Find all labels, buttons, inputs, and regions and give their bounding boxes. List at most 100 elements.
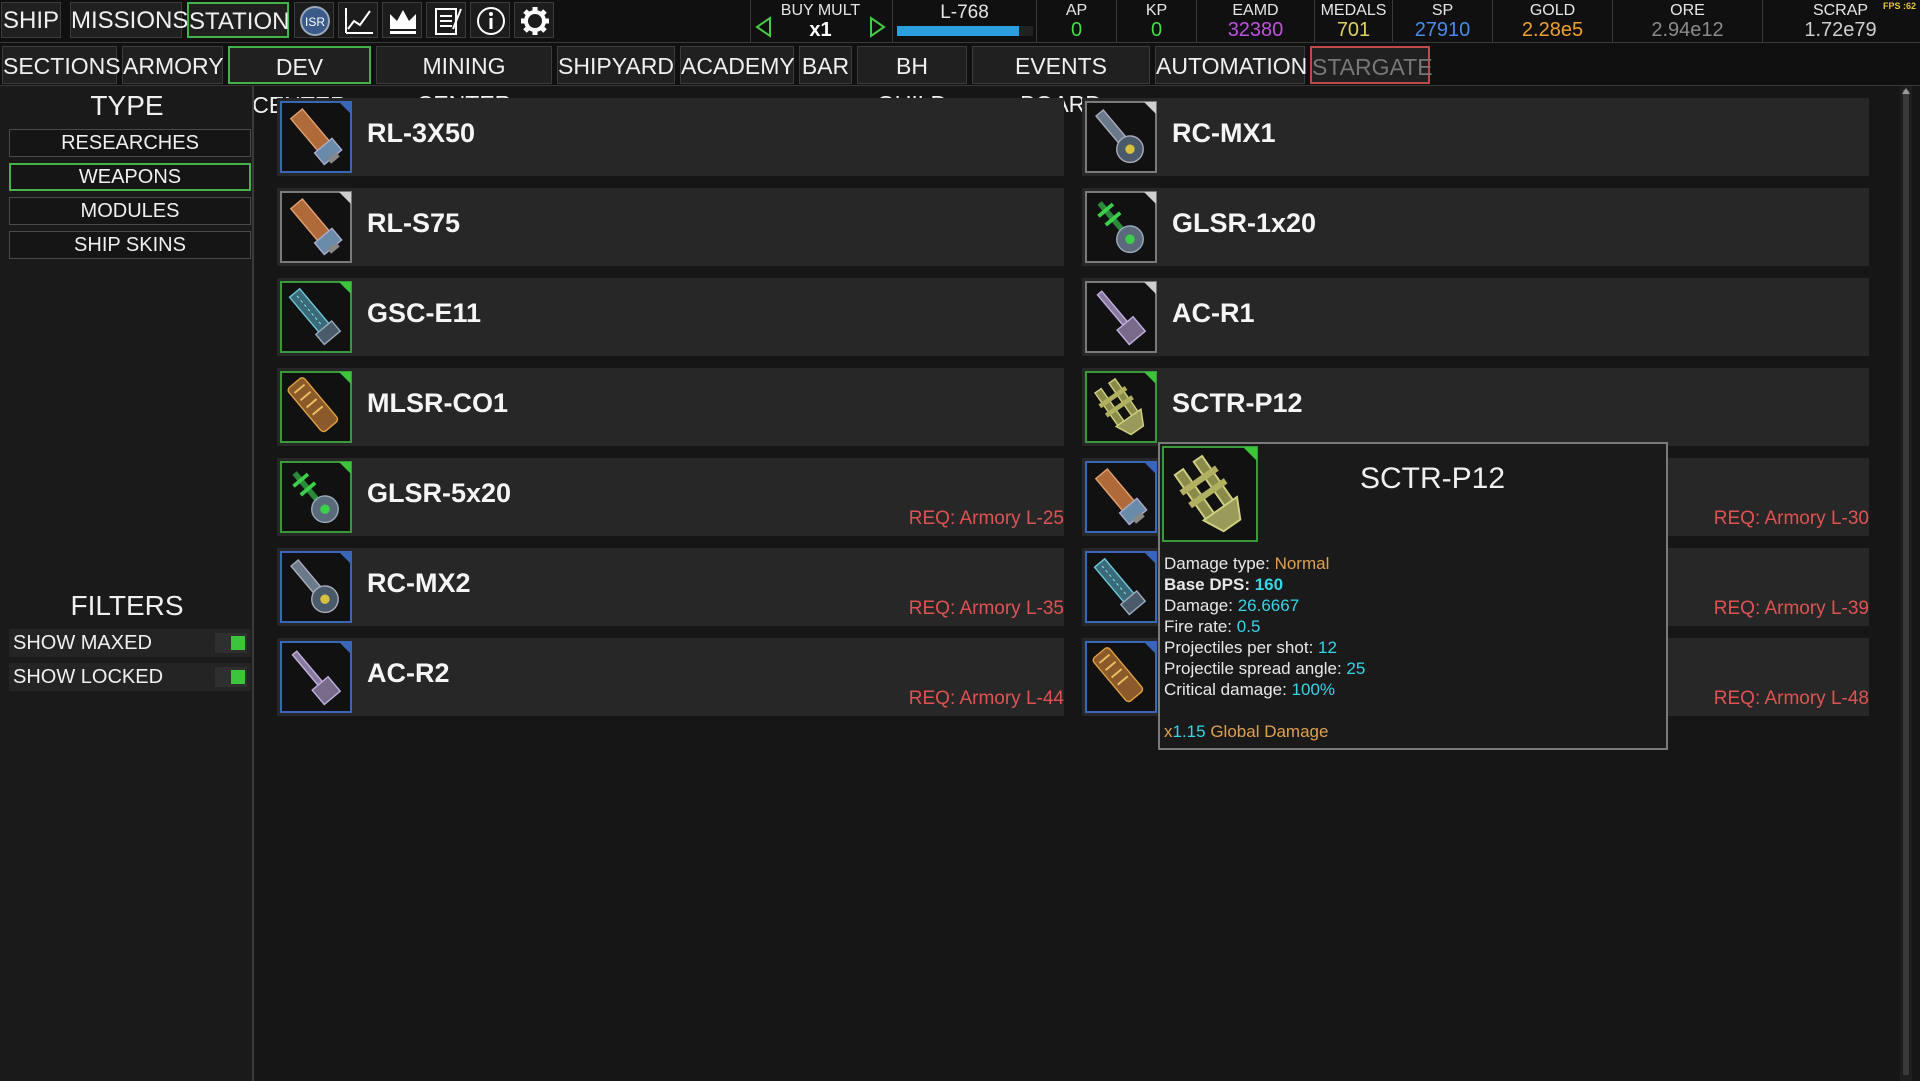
tab-ship[interactable]: SHIP: [1, 2, 61, 38]
bonus-prefix: x: [1164, 722, 1173, 741]
crown-icon: [390, 10, 416, 34]
stat-label: KP: [1145, 2, 1168, 19]
fps-counter: FPS :62: [1882, 1, 1916, 11]
notepad-icon: [435, 8, 462, 35]
scrollbar-thumb[interactable]: [1903, 90, 1909, 1075]
weapon-card[interactable]: GLSR-5x20 REQ: Armory L-25: [277, 458, 1064, 536]
tooltip-title: SCTR-P12: [1360, 462, 1506, 495]
section-tab-shipyard[interactable]: SHIPYARD: [557, 46, 675, 84]
weapon-icon-box: [1085, 191, 1157, 263]
section-tab-academy[interactable]: ACADEMY: [680, 46, 795, 84]
type-modules[interactable]: MODULES: [9, 197, 251, 225]
section-tab-dev-center[interactable]: DEV CENTER: [228, 46, 371, 118]
gear-icon: [521, 7, 549, 35]
weapon-icon-box: [1085, 101, 1157, 173]
level-progress-bar: [897, 26, 1033, 36]
tooltip-crit: Critical damage: 100%: [1164, 680, 1335, 700]
weapon-icon-box: [280, 641, 352, 713]
scrollbar[interactable]: [1900, 86, 1912, 1081]
level-indicator: L-768: [892, 0, 1036, 42]
stat-value: 0: [1070, 19, 1083, 41]
crit-label: Critical damage:: [1164, 680, 1287, 699]
filter-show-locked[interactable]: SHOW LOCKED: [9, 663, 251, 691]
scroll-up-icon[interactable]: [1902, 88, 1910, 94]
tab-station[interactable]: STATION: [187, 2, 289, 38]
stat-value: 701: [1336, 19, 1371, 41]
stat-label: AP: [1065, 2, 1088, 19]
weapon-name: GSC-E11: [367, 298, 482, 328]
section-tab-bar[interactable]: BAR: [799, 46, 852, 84]
stat-value: 2.28e5: [1521, 19, 1584, 41]
weapon-name: AC-R1: [1172, 298, 1255, 328]
bonus-label: Global Damage: [1210, 722, 1329, 741]
weapon-name: RL-S75: [367, 208, 461, 238]
rarity-corner: [1144, 552, 1156, 564]
chart-icon: [345, 8, 373, 34]
stat-value: 0: [1150, 19, 1163, 41]
stat-label: MEDALS: [1320, 2, 1387, 19]
projectiles-value: 12: [1318, 638, 1337, 657]
weapon-card[interactable]: AC-R2 REQ: Armory L-44: [277, 638, 1064, 716]
tab-missions[interactable]: MISSIONS: [70, 2, 188, 38]
tooltip-global-bonus: x1.15 Global Damage: [1164, 722, 1328, 742]
type-weapons[interactable]: WEAPONS: [9, 163, 251, 191]
fire-rate-value: 0.5: [1236, 617, 1261, 636]
section-tab-events-board[interactable]: EVENTS BOARD: [972, 46, 1150, 117]
increase-mult-icon[interactable]: [870, 16, 886, 38]
tooltip-damage: Damage: 26.6667: [1164, 596, 1299, 616]
weapon-card[interactable]: RC-MX1: [1082, 98, 1869, 176]
weapon-requirement: REQ: Armory L-25: [908, 508, 1064, 529]
weapon-card[interactable]: SCTR-P12: [1082, 368, 1869, 446]
section-tab-mining-center[interactable]: MINING CENTER: [376, 46, 552, 117]
info-button[interactable]: [470, 2, 510, 38]
level-label: L-768: [940, 2, 989, 23]
stat-label: GOLD: [1529, 2, 1576, 19]
tooltip-damage-type: Damage type: Normal: [1164, 554, 1329, 574]
weapon-icon-box: [1085, 461, 1157, 533]
weapon-card[interactable]: GLSR-1x20: [1082, 188, 1869, 266]
weapon-card[interactable]: MLSR-CO1: [277, 368, 1064, 446]
weapon-card[interactable]: RL-3X50: [277, 98, 1064, 176]
type-researches[interactable]: RESEARCHES: [9, 129, 251, 157]
decrease-mult-icon[interactable]: [755, 16, 771, 38]
stat-ore: ORE 2.94e12: [1612, 0, 1762, 42]
stats-button[interactable]: [338, 2, 378, 38]
weapon-name: RC-MX2: [367, 568, 471, 598]
stat-label: SP: [1431, 2, 1454, 19]
rarity-corner: [339, 642, 351, 654]
isr-button[interactable]: ISR: [294, 2, 334, 38]
top-bar: SHIP MISSIONS STATION ISR BUY MULT x1 L-…: [0, 0, 1920, 43]
isr-icon: ISR: [300, 6, 330, 36]
section-tab-armory[interactable]: ARMORY: [122, 46, 224, 84]
left-panel: TYPE RESEARCHES WEAPONS MODULES SHIP SKINS …: [0, 86, 254, 1081]
stat-value: 2.94e12: [1651, 19, 1724, 41]
type-ship-skins[interactable]: SHIP SKINS: [9, 231, 251, 259]
section-tab-sections[interactable]: SECTIONS: [2, 46, 121, 84]
base-dps-value: 160: [1254, 575, 1284, 594]
filter-toggle[interactable]: [215, 667, 247, 687]
buy-multiplier: BUY MULT x1: [750, 0, 890, 42]
weapon-card[interactable]: RC-MX2 REQ: Armory L-35: [277, 548, 1064, 626]
weapon-icon-box: [280, 461, 352, 533]
section-tab-automation[interactable]: AUTOMATION: [1155, 46, 1307, 84]
notes-button[interactable]: [426, 2, 466, 38]
bonus-value: 1.15: [1172, 722, 1206, 741]
weapon-card[interactable]: GSC-E11: [277, 278, 1064, 356]
section-tab-bh-guild[interactable]: BH GUILD: [857, 46, 967, 117]
leaderboard-button[interactable]: [382, 2, 422, 38]
base-dps-label: Base DPS:: [1164, 575, 1250, 594]
weapon-name: RL-3X50: [367, 118, 476, 148]
settings-button[interactable]: [514, 2, 554, 38]
section-tab-stargate[interactable]: STARGATE: [1310, 46, 1433, 84]
weapon-icon-box: [1085, 551, 1157, 623]
filter-show-maxed[interactable]: SHOW MAXED: [9, 629, 251, 657]
tooltip-fire-rate: Fire rate: 0.5: [1164, 617, 1260, 637]
stat-value: 27910: [1414, 19, 1471, 41]
filter-toggle[interactable]: [215, 633, 247, 653]
weapon-card[interactable]: AC-R1: [1082, 278, 1869, 356]
weapon-name: SCTR-P12: [1172, 388, 1303, 418]
weapon-card[interactable]: RL-S75: [277, 188, 1064, 266]
weapon-requirement: REQ: Armory L-35: [908, 598, 1064, 619]
weapon-requirement: REQ: Armory L-48: [1713, 688, 1869, 709]
projectiles-label: Projectiles per shot:: [1164, 638, 1314, 657]
